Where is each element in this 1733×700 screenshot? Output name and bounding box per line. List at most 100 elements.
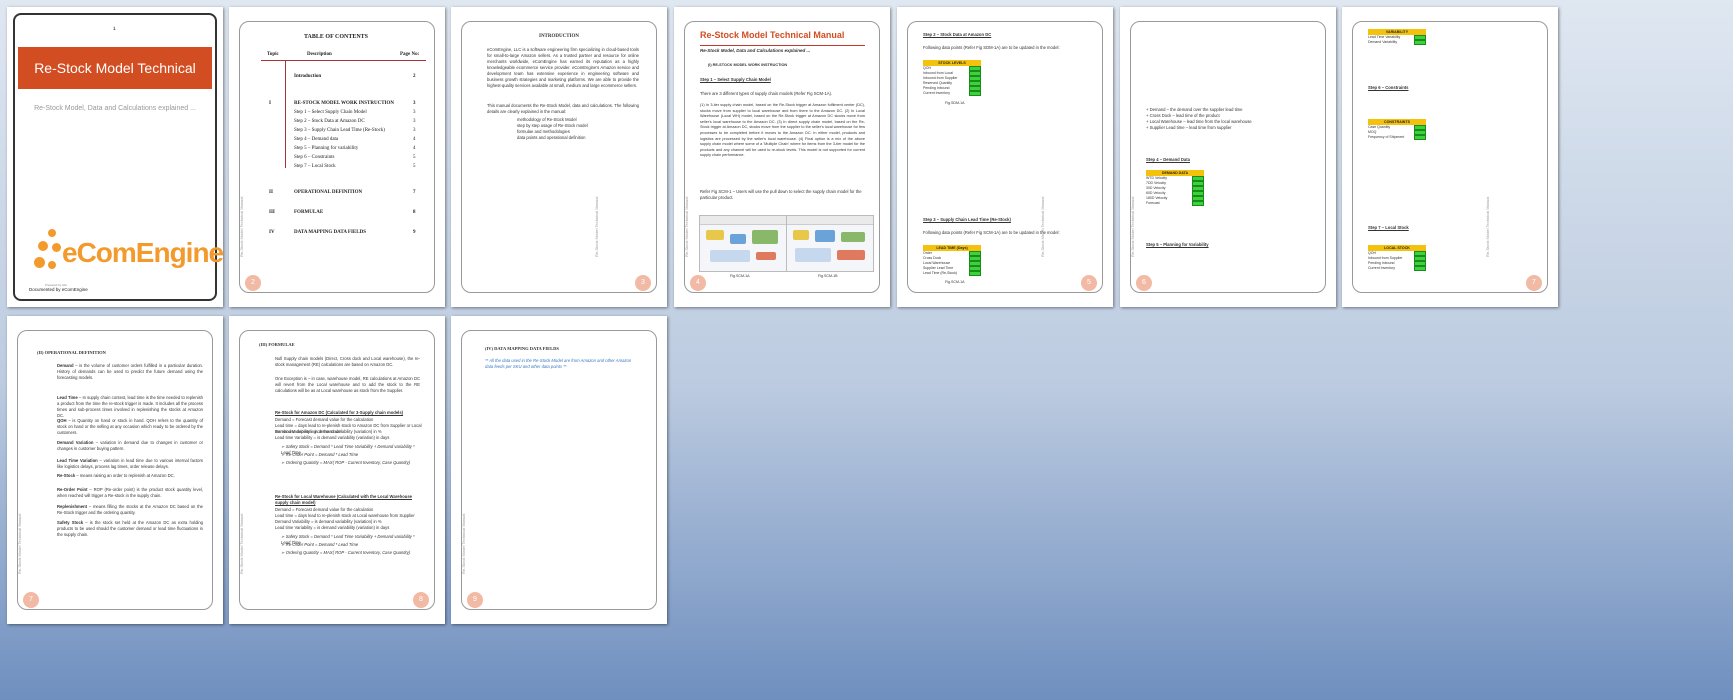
page-frame xyxy=(239,21,435,293)
input-cell[interactable] xyxy=(1414,266,1426,271)
input-cell[interactable] xyxy=(1192,201,1204,206)
p6-list: + Demand – the demand over the supplier … xyxy=(1146,107,1311,131)
table-row-label: 7DD Velocity xyxy=(1146,181,1167,185)
table-row-label: Inbound from Local xyxy=(923,71,953,75)
intro-list-item: data points and operational definition xyxy=(517,135,586,140)
p4-section: (I) RE-STOCK MODEL WORK INSTRUCTION xyxy=(708,63,788,67)
formula-bullet: ➢ Re-Order Point = Demand * Lead Time xyxy=(281,542,425,548)
toc-page-number: 7 xyxy=(413,190,416,195)
ecomengine-logo: eComEngine xyxy=(34,229,223,277)
table-row-label: Case Quantity xyxy=(1368,125,1391,129)
definition-term: Re-Order Point xyxy=(57,487,88,492)
table-row-label: Reserved Quantity xyxy=(923,81,952,85)
logo-text: eComEngine xyxy=(62,237,223,268)
toc-entry: OPERATIONAL DEFINITION xyxy=(294,190,363,195)
formula-text: Ordering Quantity = MAX( ROP - Current I… xyxy=(285,460,411,465)
page-number: 5 xyxy=(1081,275,1097,291)
p7-step6: Step 6 – Constraints xyxy=(1368,85,1409,90)
variability-table: VARIABILITY Lead Time Variability Demand V… xyxy=(1368,29,1426,45)
page-constraints[interactable]: VARIABILITY Lead Time Variability Demand V… xyxy=(1342,7,1558,307)
page-data-mapping[interactable]: (IV) DATA MAPPING DATA FIELDS ** All the… xyxy=(451,316,667,624)
input-cell[interactable] xyxy=(1414,40,1426,45)
intro-p2: This manual documents the Re-Stock Model… xyxy=(487,103,639,114)
table-row-label: Order xyxy=(923,251,932,255)
table-row-label: QOH xyxy=(1368,251,1376,255)
input-cell[interactable] xyxy=(969,271,981,276)
table-row-label: 60D Velocity xyxy=(1146,191,1166,195)
p5-step2-desc: Following data points (Refer Fig SDM-1A)… xyxy=(923,45,1060,50)
toc-entry: Step 4 – Demand data xyxy=(294,137,339,142)
toc-page-number: 4 xyxy=(413,146,416,151)
definition-text: In supply chain context, lead time is th… xyxy=(57,395,204,418)
formula-bullet: ➢ Ordering Quantity = MAX( ROP - Current… xyxy=(281,550,425,556)
p9-p1: Null Supply chain models (Direct, Cross … xyxy=(275,356,420,367)
p5-step3: Step 3 – Supply Chain Lead Time (Re-Stoc… xyxy=(923,217,1011,222)
page-number: 7 xyxy=(1526,275,1542,291)
toc-page-number: 3 xyxy=(413,119,416,124)
formula-bullet: ➢ Ordering Quantity = MAX( ROP - Current… xyxy=(281,460,425,466)
intro-title: INTRODUCTION xyxy=(539,34,580,39)
toc-entry: DATA MAPPING DATA FIELDS xyxy=(294,230,366,235)
page-demand[interactable]: Step 4 – Demand Data DEMAND DATA WTD Velo… xyxy=(1120,7,1336,307)
table-row-label: Inbound from Supplier xyxy=(1368,256,1403,260)
table-row-label: 30D Velocity xyxy=(1146,186,1166,190)
side-label: Re-Stock Model Technical Manual xyxy=(1130,196,1135,257)
definition-item: Lead Time Variation – variation in lead … xyxy=(57,458,203,469)
page-formulae[interactable]: (III) FORMULAE Null Supply chain models … xyxy=(229,316,445,624)
cover-documented-by: Documented by eComEngine xyxy=(29,287,88,292)
table-row-label: Lead Time (Re-Stock) xyxy=(923,271,958,275)
page-toc[interactable]: TABLE OF CONTENTS Topic Description Page… xyxy=(229,7,445,307)
toc-page-number: 8 xyxy=(413,210,416,215)
p4-title: Re-Stock Model Technical Manual xyxy=(700,30,845,40)
page-work-instruction[interactable]: Re-Stock Model Technical Manual Re-Stock… xyxy=(674,7,890,307)
intro-p1: eComEngine, LLC is a software engineerin… xyxy=(487,47,639,88)
table-row-label: Current Inventory xyxy=(923,91,951,95)
table-row-label: Pending Inbound xyxy=(1368,261,1395,265)
p9-section: (III) FORMULAE xyxy=(259,342,295,347)
toc-entry: Step 6 – Constraints xyxy=(294,155,335,160)
toc-entry: Step 3 – Supply Chain Lead Time (Re-Stoc… xyxy=(294,128,385,133)
p9-h1: Re-Stock for Amazon DC (Calculated for 3… xyxy=(275,410,404,415)
table-row: Current Inventory xyxy=(1368,266,1426,271)
definition-term: Lead Time xyxy=(57,395,78,400)
toc-page-number: 2 xyxy=(413,74,416,79)
toc-page-number: 3 xyxy=(413,101,416,106)
input-cell[interactable] xyxy=(1414,135,1426,140)
page-number: 9 xyxy=(467,592,483,608)
definition-term: Safety Stock xyxy=(57,520,84,525)
cover-subtitle: Re-Stock Model, Data and Calculations ex… xyxy=(34,105,196,112)
table-row: Current Inventory xyxy=(923,91,981,96)
lead-time-table: LEAD TIME (Days) Order Cross Dock Local War… xyxy=(923,245,981,276)
formula-text: Re-Order Point = Demand * Lead Time xyxy=(285,542,359,547)
definition-item: Replenishment – means filling the stocks… xyxy=(57,504,203,515)
fig-caption: Fig.SCM-1B xyxy=(818,274,838,278)
page-operational-definition[interactable]: (II) OPERATIONAL DEFINITION Demand – is … xyxy=(7,316,223,624)
page-cover[interactable]: ¹ Re-Stock Model Technical Manual Re-Sto… xyxy=(7,7,223,307)
side-label: Re-Stock Model Technical Manual xyxy=(593,196,599,257)
page-number: 4 xyxy=(690,275,706,291)
page-introduction[interactable]: INTRODUCTION eComEngine, LLC is a softwa… xyxy=(451,7,667,307)
definition-item: QOH – is Quantity on hand or stock in ha… xyxy=(57,418,203,435)
toc-entry: FORMULAE xyxy=(294,210,324,215)
table-row-label: 180D Velocity xyxy=(1146,196,1168,200)
page-stock-data[interactable]: Step 2 – Stock Data at Amazon DC Followi… xyxy=(897,7,1113,307)
fig-caption: Fig.SCM-1A xyxy=(730,274,750,278)
input-cell[interactable] xyxy=(969,91,981,96)
p4-subtitle: Re-Stock Model, Data and Calculations ex… xyxy=(700,48,811,53)
toc-entry: Step 2 – Stock Data at Amazon DC xyxy=(294,119,365,124)
p4-intro: There are 3 different types of supply ch… xyxy=(700,91,833,96)
p6-list-item: + Supplier Lead time – lead time from su… xyxy=(1146,125,1232,130)
side-label: Re-Stock Model Technical Manual xyxy=(17,513,22,574)
table-row-label: Cross Dock xyxy=(923,256,942,260)
definition-text: is the volume of customer orders fulfill… xyxy=(57,363,204,380)
table-row: Forecast xyxy=(1146,201,1204,206)
p4-body: (1) In 3-tier supply chain model, based … xyxy=(700,103,865,158)
table-row: Demand Variability xyxy=(1368,40,1426,45)
toc-header-page: Page No: xyxy=(400,52,420,57)
definition-term: QOH xyxy=(57,418,67,423)
p5-step2: Step 2 – Stock Data at Amazon DC xyxy=(923,32,992,37)
toc-page-number: 9 xyxy=(413,230,416,235)
p10-note: ** All the data used in the Re-Stock Mod… xyxy=(485,358,632,369)
formula-text: Ordering Quantity = MAX( ROP - Current I… xyxy=(285,550,411,555)
definition-term: Re-Stock xyxy=(57,473,76,478)
